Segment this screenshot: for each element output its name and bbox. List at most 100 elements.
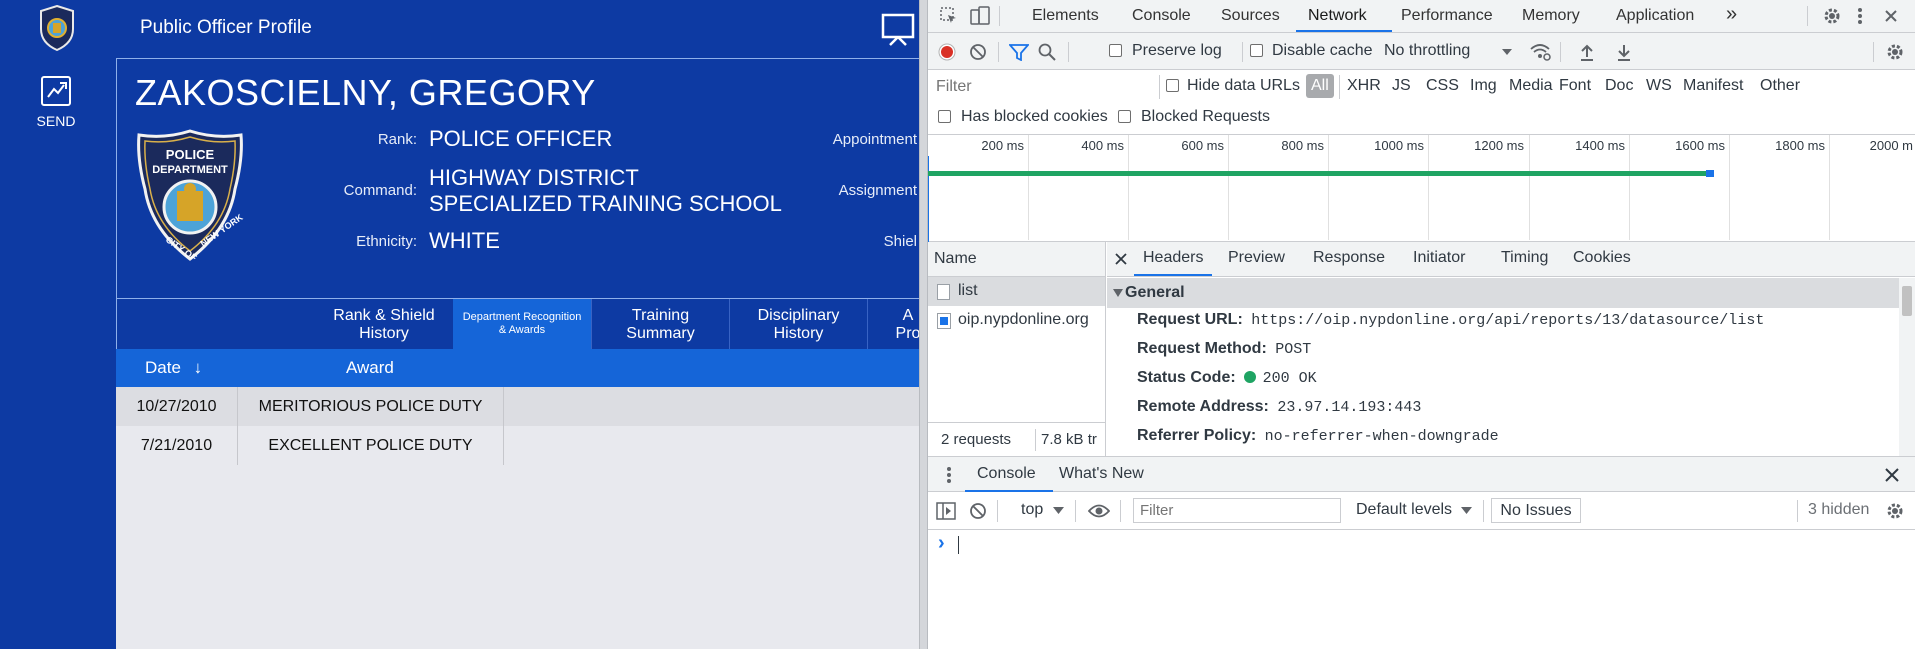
inspect-element-icon[interactable] [940, 7, 958, 25]
tab-response[interactable]: Response [1313, 249, 1385, 267]
details-scrollbar[interactable] [1899, 278, 1915, 456]
settings-gear-icon[interactable] [1822, 6, 1842, 26]
console-input-caret[interactable] [958, 536, 959, 554]
drawer-menu-icon[interactable] [946, 466, 952, 484]
column-header-date[interactable]: Date ↓ [145, 358, 202, 378]
blocked-requests-checkbox[interactable] [1118, 110, 1131, 123]
tab-memory[interactable]: Memory [1522, 7, 1580, 25]
context-select[interactable]: top [1021, 501, 1043, 519]
award-date: 10/27/2010 [116, 387, 238, 426]
header-key: Referrer Policy: [1137, 427, 1257, 444]
filter-type-all[interactable]: All [1306, 74, 1334, 98]
preserve-log-checkbox[interactable] [1109, 44, 1122, 57]
tab-disciplinary-history[interactable]: Disciplinary History [730, 299, 868, 349]
filter-bar: Hide data URLs All XHR JS CSS Img Media … [928, 70, 1915, 135]
timeline-tick: 1400 ms [1575, 138, 1625, 153]
tab-elements[interactable]: Elements [1032, 7, 1099, 25]
chevron-down-icon [1461, 507, 1472, 514]
preserve-log-label: Preserve log [1132, 42, 1222, 59]
issues-button[interactable]: No Issues [1491, 498, 1581, 523]
clear-icon[interactable] [969, 43, 987, 61]
police-department-badge-icon: POLICE DEPARTMENT CITY OF NEW YORK [137, 129, 245, 261]
has-blocked-cookies-checkbox[interactable] [938, 110, 951, 123]
tab-rank-shield-history[interactable]: Rank & Shield History [315, 299, 454, 349]
throttling-select[interactable]: No throttling [1384, 42, 1470, 60]
appointment-label: Appointment [832, 131, 917, 148]
general-section-header[interactable]: General [1107, 278, 1899, 308]
drawer-tab-console[interactable]: Console [977, 465, 1036, 483]
panel-resize-handle[interactable] [919, 0, 928, 649]
general-title: General [1125, 284, 1185, 301]
awards-table-header: Date ↓ Award [116, 349, 919, 387]
general-headers: Request URL: https://oip.nypdonline.org/… [1137, 311, 1897, 456]
import-har-icon[interactable] [1579, 43, 1595, 61]
request-row-list[interactable]: list [928, 277, 1105, 306]
network-conditions-icon[interactable] [1529, 42, 1551, 62]
filter-type-css[interactable]: CSS [1426, 77, 1459, 95]
export-har-icon[interactable] [1616, 43, 1632, 61]
filter-type-doc[interactable]: Doc [1605, 77, 1633, 95]
filter-type-ws[interactable]: WS [1646, 77, 1672, 95]
device-toolbar-icon[interactable] [970, 6, 990, 26]
network-settings-gear-icon[interactable] [1885, 42, 1905, 62]
filter-type-img[interactable]: Img [1470, 77, 1497, 95]
tab-label: A [902, 307, 914, 324]
tab-console[interactable]: Console [1132, 7, 1191, 25]
filter-type-manifest[interactable]: Manifest [1683, 77, 1743, 95]
tab-label: Summary [626, 325, 695, 342]
tab-cookies[interactable]: Cookies [1573, 249, 1631, 267]
name-column-header[interactable]: Name [928, 242, 1105, 277]
timeline-overview[interactable]: 200 ms 400 ms 600 ms 800 ms 1000 ms 1200… [928, 135, 1915, 242]
console-output[interactable]: › [928, 530, 1915, 649]
filter-type-media[interactable]: Media [1509, 77, 1553, 95]
tab-timing[interactable]: Timing [1501, 249, 1548, 267]
filter-type-other[interactable]: Other [1760, 77, 1800, 95]
header-row: Request URL: https://oip.nypdonline.org/… [1137, 311, 1764, 333]
referrer-policy-value: no-referrer-when-downgrade [1264, 428, 1499, 445]
more-options-icon[interactable] [1856, 6, 1864, 26]
filter-type-js[interactable]: JS [1392, 77, 1411, 95]
scrollbar-thumb[interactable] [1902, 286, 1912, 316]
console-settings-gear-icon[interactable] [1885, 501, 1905, 521]
column-header-award[interactable]: Award [346, 358, 394, 378]
tab-network[interactable]: Network [1308, 7, 1367, 25]
drawer-tab-whats-new[interactable]: What's New [1059, 465, 1144, 483]
record-icon[interactable] [938, 43, 956, 61]
tab-application[interactable]: Application [1616, 7, 1694, 25]
tab-performance[interactable]: Performance [1401, 7, 1493, 25]
left-rail: SEND [0, 0, 116, 649]
live-expression-eye-icon[interactable] [1088, 503, 1110, 519]
details-tab-bar: Headers Preview Response Initiator Timin… [1107, 242, 1915, 277]
close-drawer-icon[interactable] [1885, 468, 1899, 482]
close-details-icon[interactable] [1115, 253, 1127, 265]
table-row[interactable]: 7/21/2010 EXCELLENT POLICE DUTY [116, 426, 919, 465]
close-devtools-icon[interactable] [1883, 8, 1899, 24]
more-tabs-icon[interactable]: » [1726, 3, 1737, 26]
presentation-icon[interactable] [881, 12, 915, 46]
console-filter-input[interactable] [1133, 498, 1341, 523]
tab-department-recognition-awards[interactable]: Department Recognition & Awards [453, 299, 592, 349]
request-url-value: https://oip.nypdonline.org/api/reports/1… [1251, 312, 1765, 329]
show-sidebar-icon[interactable] [936, 502, 956, 520]
clear-console-icon[interactable] [969, 502, 987, 520]
tab-sources[interactable]: Sources [1221, 7, 1280, 25]
tab-training-summary[interactable]: Training Summary [592, 299, 730, 349]
tab-initiator[interactable]: Initiator [1413, 249, 1465, 267]
tab-headers[interactable]: Headers [1143, 249, 1203, 267]
tab-arrest-profile[interactable]: A Pro [868, 299, 919, 349]
request-method-value: POST [1275, 341, 1312, 358]
request-row-oip[interactable]: oip.nypdonline.org [928, 306, 1105, 335]
tab-preview[interactable]: Preview [1228, 249, 1285, 267]
hide-data-urls-checkbox[interactable] [1166, 79, 1179, 92]
filter-icon[interactable] [1009, 43, 1029, 61]
table-row[interactable]: 10/27/2010 MERITORIOUS POLICE DUTY [116, 387, 919, 426]
filter-type-xhr[interactable]: XHR [1347, 77, 1381, 95]
send-button[interactable]: SEND [20, 75, 92, 129]
log-levels-select[interactable]: Default levels [1356, 501, 1452, 519]
search-icon[interactable] [1038, 43, 1056, 61]
filter-input[interactable] [932, 75, 1152, 99]
disable-cache-checkbox[interactable] [1250, 44, 1263, 57]
devtools-panel: Elements Console Sources Network Perform… [928, 0, 1915, 649]
filter-type-font[interactable]: Font [1559, 77, 1591, 95]
image-file-icon [937, 313, 951, 329]
